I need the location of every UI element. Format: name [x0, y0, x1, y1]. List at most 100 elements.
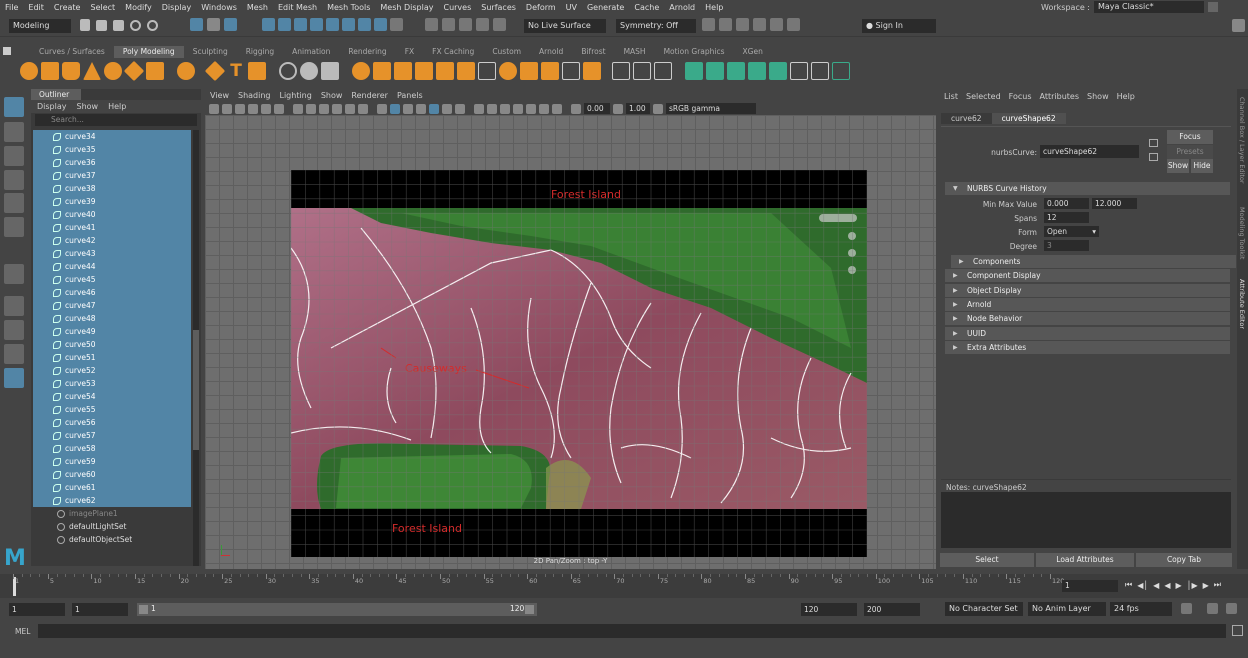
cylindrical-map-icon[interactable] [706, 62, 724, 80]
ae-menu-selected[interactable]: Selected [966, 90, 1001, 103]
tab-curve62[interactable]: curve62 [941, 113, 992, 124]
ae-menu-list[interactable]: List [944, 90, 958, 103]
outliner-item[interactable]: curve39 [33, 195, 191, 208]
outliner-item[interactable]: curve53 [33, 377, 191, 390]
outliner-item[interactable]: curve60 [33, 468, 191, 481]
degree-field[interactable]: 3 [1044, 240, 1089, 251]
lock-icon[interactable] [1208, 2, 1218, 12]
mask-rendering-icon[interactable] [358, 18, 371, 31]
poly-cone-icon[interactable] [83, 62, 101, 80]
single-perspective-layout-icon[interactable] [4, 296, 24, 316]
exposure-field[interactable]: 0.00 [584, 103, 610, 114]
menu-display[interactable]: Display [157, 3, 197, 12]
ae-menu-focus[interactable]: Focus [1009, 90, 1032, 103]
paint-select-tool-icon[interactable] [4, 146, 24, 166]
menu-surfaces[interactable]: Surfaces [476, 3, 521, 12]
ae-menu-show[interactable]: Show [1087, 90, 1109, 103]
mirror-icon[interactable] [394, 62, 412, 80]
show-manipulator-icon[interactable] [4, 264, 24, 284]
menu-edit[interactable]: Edit [23, 3, 49, 12]
gate-mask-icon[interactable] [332, 103, 342, 114]
separate-icon[interactable] [321, 62, 339, 80]
mask-misc-icon[interactable] [374, 18, 387, 31]
outliner-item[interactable]: curve41 [33, 221, 191, 234]
sew-uv-icon[interactable] [832, 62, 850, 80]
shelf-tab-fx[interactable]: FX [396, 46, 423, 58]
gamma-icon[interactable] [613, 103, 623, 114]
edge-loop-icon[interactable] [633, 62, 651, 80]
grid-icon[interactable] [293, 103, 303, 114]
shelf-tab-sculpting[interactable]: Sculpting [184, 46, 237, 58]
2d-pan-zoom-icon[interactable] [261, 103, 271, 114]
notes-textarea[interactable] [941, 492, 1231, 548]
menu-uv[interactable]: UV [561, 3, 582, 12]
outliner-item[interactable]: curve51 [33, 351, 191, 364]
spherical-map-icon[interactable] [727, 62, 745, 80]
outliner-item[interactable]: curve35 [33, 143, 191, 156]
mask-joints-icon[interactable] [278, 18, 291, 31]
menu-windows[interactable]: Windows [196, 3, 242, 12]
multi-cut-icon[interactable] [612, 62, 630, 80]
section-arnold[interactable]: Arnold [945, 297, 1230, 311]
menu-edit-mesh[interactable]: Edit Mesh [273, 3, 322, 12]
viewport-menu-show[interactable]: Show [321, 89, 343, 102]
grease-pencil-icon[interactable] [274, 103, 284, 114]
outliner-item[interactable]: curve61 [33, 481, 191, 494]
transfer-attributes-icon[interactable] [769, 62, 787, 80]
workspace-dropdown[interactable]: Maya Classic* [1094, 1, 1204, 13]
xray-icon[interactable] [474, 103, 484, 114]
play-forward-icon[interactable]: ▶ [1175, 581, 1181, 590]
default-material-icon[interactable] [403, 103, 413, 114]
outliner-item[interactable]: curve40 [33, 208, 191, 221]
scale-tool-icon[interactable] [4, 217, 24, 237]
menu-select[interactable]: Select [85, 3, 120, 12]
image-plane[interactable]: Forest Island Causeways Forest Island [291, 170, 867, 557]
show-button[interactable]: Show [1167, 159, 1189, 173]
rotate-tool-icon[interactable] [4, 193, 24, 213]
viewport-menu-lighting[interactable]: Lighting [279, 89, 311, 102]
fill-hole-icon[interactable] [478, 62, 496, 80]
textured-icon[interactable] [429, 103, 439, 114]
exposure-icon[interactable] [571, 103, 581, 114]
poly-disc-icon[interactable] [146, 62, 164, 80]
depth-of-field-icon[interactable] [552, 103, 562, 114]
focus-node-icon[interactable] [1149, 139, 1158, 147]
outliner-item[interactable]: curve38 [33, 182, 191, 195]
outliner-item[interactable]: imagePlane1 [33, 507, 191, 520]
select-object-icon[interactable] [207, 18, 220, 31]
shelf-tab-xgen[interactable]: XGen [734, 46, 772, 58]
sculpt-icon[interactable] [279, 62, 297, 80]
move-tool-icon[interactable] [4, 170, 24, 190]
poly-cylinder-icon[interactable] [62, 62, 80, 80]
collapse-icon[interactable] [541, 62, 559, 80]
outliner-item[interactable]: defaultLightSet [33, 520, 191, 533]
section-node-behavior[interactable]: Node Behavior [945, 312, 1230, 326]
section-component-display[interactable]: Component Display [945, 269, 1230, 283]
outliner-search-input[interactable]: Search... [35, 114, 197, 126]
play-backward-icon[interactable]: ◀ [1164, 581, 1170, 590]
menu-generate[interactable]: Generate [582, 3, 629, 12]
cut-uv-icon[interactable] [811, 62, 829, 80]
outliner-item[interactable]: defaultObjectSet [33, 533, 191, 546]
shelf-tab-arnold[interactable]: Arnold [530, 46, 572, 58]
render-settings-icon[interactable] [753, 18, 766, 31]
animation-preferences-icon[interactable] [1226, 603, 1237, 614]
boolean-icon[interactable] [373, 62, 391, 80]
bevel-icon[interactable] [457, 62, 475, 80]
auto-map-icon[interactable] [748, 62, 766, 80]
ipr-render-icon[interactable] [736, 18, 749, 31]
outliner-layout-icon[interactable] [4, 368, 24, 388]
viewport-menu-view[interactable]: View [210, 89, 229, 102]
viewport-panel[interactable]: Forest Island Causeways Forest Island 2D… [205, 115, 936, 569]
mask-dynamics-icon[interactable] [342, 18, 355, 31]
focus-button[interactable]: Focus [1167, 130, 1213, 144]
command-language-label[interactable]: MEL [15, 627, 30, 636]
sign-in-button[interactable]: ● Sign In [862, 19, 936, 33]
outliner-item[interactable]: curve36 [33, 156, 191, 169]
playback-start-field[interactable]: 1 [72, 603, 128, 616]
outliner-item[interactable]: curve48 [33, 312, 191, 325]
smooth-shade-icon[interactable] [390, 103, 400, 114]
bookmark-icon[interactable] [235, 103, 245, 114]
fps-dropdown[interactable]: 24 fps [1110, 602, 1172, 616]
range-slider[interactable]: 1 120 [137, 603, 537, 616]
